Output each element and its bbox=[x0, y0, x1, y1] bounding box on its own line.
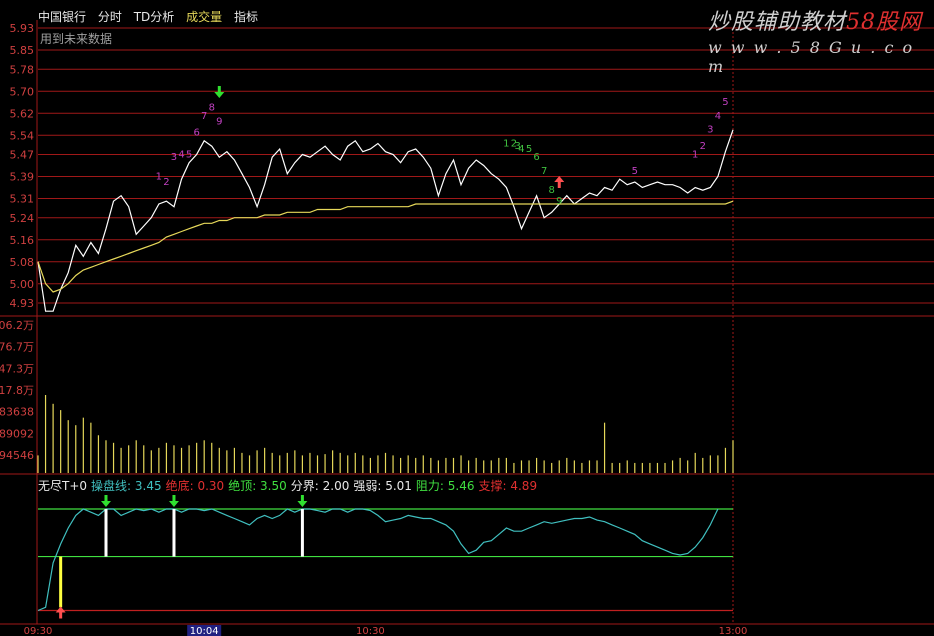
price-tick-label: 5.85 bbox=[10, 44, 35, 57]
td-label-sell: 7 bbox=[201, 111, 207, 122]
indicator-legend-item: 强弱: 5.01 bbox=[353, 479, 412, 493]
td-label-buy: 5 bbox=[526, 144, 532, 155]
volume-tick-label: 589092 bbox=[0, 427, 34, 440]
price-tick-label: 4.93 bbox=[10, 297, 35, 310]
td-label-buy: 1 bbox=[503, 138, 509, 149]
price-tick-label: 5.16 bbox=[10, 234, 35, 247]
volume-tick-label: 76.7万 bbox=[0, 341, 34, 354]
volume-y-axis: 106.2万 76.7万 47.3万 17.8万 883638 589092 294546 bbox=[0, 319, 34, 462]
td-label-sell: 1 bbox=[692, 149, 698, 160]
td-label-buy: 4 bbox=[518, 144, 524, 155]
tab-volume[interactable]: 成交量 bbox=[186, 10, 222, 24]
price-tick-label: 5.39 bbox=[10, 171, 35, 184]
price-tick-label: 5.24 bbox=[10, 212, 35, 225]
x-tick-label: 13:00 bbox=[719, 626, 748, 636]
indicator-legend-item: 阻力: 5.46 bbox=[415, 479, 475, 493]
volume-tick-label: 106.2万 bbox=[0, 319, 34, 332]
price-tick-label: 5.47 bbox=[10, 149, 35, 162]
td-label-sell: 5 bbox=[186, 149, 192, 160]
top-signal-arrow-icon bbox=[168, 495, 179, 508]
td-label-sell: 5 bbox=[722, 97, 728, 108]
price-tick-label: 5.08 bbox=[10, 256, 35, 269]
volume-tick-label: 294546 bbox=[0, 449, 34, 462]
td-label-sell: 6 bbox=[193, 127, 199, 138]
price-tick-label: 5.78 bbox=[10, 63, 35, 76]
td-label-sell: 8 bbox=[209, 103, 215, 114]
td-label-buy: 8 bbox=[549, 185, 555, 196]
indicator-line bbox=[37, 508, 719, 612]
td-label-sell: 3 bbox=[171, 152, 177, 163]
indicator-legend-item: 操盘线: 3.45 bbox=[91, 479, 162, 493]
td-label-sell: 5 bbox=[632, 166, 638, 177]
volume-bars[interactable] bbox=[37, 395, 734, 473]
up-arrow-icon bbox=[554, 176, 565, 188]
stock-name[interactable]: 中国银行 bbox=[38, 10, 86, 24]
x-tick-label: 09:30 bbox=[24, 626, 53, 636]
top-signal-arrow-icon bbox=[100, 495, 111, 508]
price-tick-label: 5.62 bbox=[10, 107, 35, 120]
td-label-sell: 9 bbox=[216, 116, 222, 127]
logo-url: w w w . 5 8 G u . c o m bbox=[708, 38, 915, 76]
indicator-legend-item: 支撑: 4.89 bbox=[478, 479, 538, 493]
tab-indicator[interactable]: 指标 bbox=[234, 10, 258, 24]
volume-tick-label: 47.3万 bbox=[0, 362, 34, 375]
td-label-sell: 4 bbox=[178, 149, 184, 160]
td-label-sell: 3 bbox=[707, 125, 713, 136]
td-label-buy: 9 bbox=[556, 196, 562, 207]
indicator-legend-item: 绝底: 0.30 bbox=[165, 479, 225, 493]
td-label-sell: 2 bbox=[163, 177, 169, 188]
price-y-axis: 5.93 5.85 5.78 5.70 5.62 5.54 5.47 5.39 5.31 5.24… bbox=[10, 22, 35, 310]
td-label-buy: 6 bbox=[533, 152, 539, 163]
chart-canvas[interactable]: 5.93 5.85 5.78 5.70 5.62 5.54 5.47 5.39 5.31 5.24… bbox=[0, 0, 934, 636]
chart-header: 中国银行 分时 TD分析 成交量 指标 bbox=[38, 8, 266, 25]
td-sequence-labels: 1 23 4 567895123451 234 56789 bbox=[156, 86, 729, 207]
x-tick-label: 10:30 bbox=[356, 626, 385, 636]
td-label-sell: 4 bbox=[715, 111, 721, 122]
td-label-sell: 2 bbox=[700, 141, 706, 152]
tab-fenshi[interactable]: 分时 bbox=[98, 10, 122, 24]
price-tick-label: 5.54 bbox=[10, 129, 35, 142]
logo-brand: 58股网 bbox=[846, 10, 923, 35]
td-label-sell: 1 bbox=[156, 171, 162, 182]
price-tick-label: 5.93 bbox=[10, 22, 35, 35]
price-gridlines bbox=[38, 27, 934, 624]
average-price-line bbox=[37, 200, 734, 293]
indicator-legend: 无尽T+0 操盘线: 3.45 绝底: 0.30 绝顶: 3.50 分界: 2.00 强弱… bbox=[38, 477, 541, 494]
price-tick-label: 5.00 bbox=[10, 278, 35, 291]
down-arrow-icon bbox=[214, 86, 225, 98]
logo-text: 炒股辅助教材 bbox=[708, 10, 847, 35]
indicator-levels bbox=[38, 508, 733, 612]
price-tick-label: 5.31 bbox=[10, 193, 35, 206]
indicator-legend-item: 绝顶: 3.50 bbox=[228, 479, 287, 493]
bottom-signal-arrow-icon bbox=[55, 606, 66, 619]
price-tick-label: 5.70 bbox=[10, 85, 35, 98]
indicator-legend-item: 分界: 2.00 bbox=[290, 479, 350, 493]
future-data-note: 用到未来数据 bbox=[40, 32, 113, 46]
volume-tick-label: 883638 bbox=[0, 406, 34, 419]
volume-tick-label: 17.8万 bbox=[0, 384, 34, 397]
time-x-axis: 09:30 10:04 10:30 13:00 bbox=[24, 625, 748, 636]
td-label-buy: 7 bbox=[541, 166, 547, 177]
chart-frame bbox=[0, 20, 934, 625]
indicator-legend-item: 无尽T+0 bbox=[38, 479, 88, 493]
site-logo: 炒股辅助教材58股网 w w w . 5 8 G u . c o m bbox=[708, 4, 934, 76]
x-tick-label: 10:04 bbox=[190, 626, 219, 636]
tab-td-analysis[interactable]: TD分析 bbox=[134, 10, 175, 24]
top-signal-arrow-icon bbox=[297, 495, 308, 508]
